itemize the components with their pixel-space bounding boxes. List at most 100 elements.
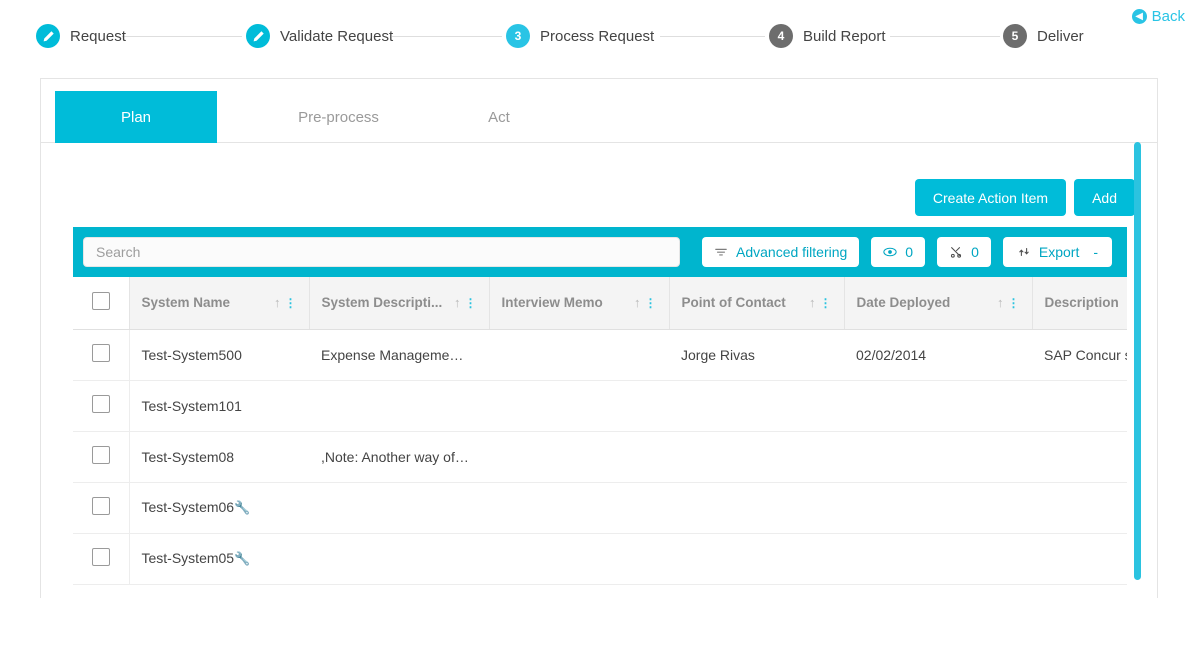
column-header-system-name[interactable]: System Name ↑ ⋮ [129, 277, 310, 330]
cell-interview-memo [489, 482, 669, 534]
cell-system-name: Test-System101 [129, 380, 309, 432]
column-header-point-of-contact[interactable]: Point of Contact ↑ ⋮ [669, 277, 845, 330]
step-process-request[interactable]: 3 Process Request [506, 24, 654, 48]
pencil-icon [252, 30, 265, 43]
wrench-icon: 🔧 [234, 500, 251, 515]
column-header-date-deployed[interactable]: Date Deployed ↑ ⋮ [844, 277, 1033, 330]
scissors-icon [949, 245, 963, 259]
back-arrow-icon: ◀ [1131, 9, 1147, 24]
search-input[interactable] [83, 237, 680, 267]
back-button[interactable]: ◀ Back [1131, 8, 1185, 25]
step-validate-request[interactable]: Validate Request [246, 24, 393, 48]
column-header-system-description[interactable]: System Descripti... ↑ ⋮ [309, 277, 490, 330]
chevron-down-icon: - [1093, 244, 1099, 260]
cell-text: Test-System06 [141, 499, 235, 515]
tab-bar: Plan Pre-process Act [41, 79, 1157, 143]
cell-description [1032, 533, 1127, 585]
cell-text: Test-System08 [141, 448, 235, 465]
cell-point-of-contact [669, 533, 844, 585]
cell-system-description [309, 482, 489, 534]
visible-columns-count: 0 [905, 244, 914, 260]
cell-system-description: ,Note: Another way of… [309, 431, 489, 483]
tab-plan[interactable]: Plan [55, 91, 217, 143]
column-menu-icon[interactable]: ⋮ [285, 297, 297, 309]
step-2-label: Validate Request [280, 27, 394, 45]
back-label: Back [1151, 8, 1185, 25]
export-icon [1017, 245, 1031, 259]
tab-pre-process[interactable]: Pre-process [261, 91, 416, 143]
row-checkbox[interactable] [91, 395, 110, 413]
select-all-header [73, 277, 130, 330]
column-label: Date Deployed [856, 295, 951, 311]
column-menu-icon[interactable]: ⋮ [820, 297, 832, 309]
sort-ascending-icon[interactable]: ↑ [454, 295, 461, 310]
step-4-label: Build Report [803, 27, 886, 45]
cell-date-deployed [844, 482, 1032, 534]
hidden-columns-button[interactable]: 0 [937, 237, 991, 267]
cell-system-description [309, 533, 489, 585]
advanced-filtering-button[interactable]: Advanced filtering [702, 237, 860, 267]
column-header-description[interactable]: Description [1032, 277, 1127, 330]
step-2-circle [246, 24, 270, 48]
step-connector-3-4 [660, 36, 765, 37]
cell-description [1032, 431, 1127, 483]
cell-system-name: Test-System08 [129, 431, 309, 483]
step-deliver[interactable]: 5 Deliver [1003, 24, 1084, 48]
row-checkbox[interactable] [91, 344, 110, 362]
cell-system-name: Test-System06🔧 [129, 482, 309, 534]
column-menu-icon[interactable]: ⋮ [645, 297, 657, 309]
row-select-cell [73, 533, 130, 585]
column-header-interview-memo[interactable]: Interview Memo ↑ ⋮ [489, 277, 670, 330]
row-checkbox[interactable] [91, 548, 110, 566]
step-1-label: Request [70, 27, 126, 45]
cell-interview-memo [489, 431, 669, 483]
cell-point-of-contact: Jorge Rivas [669, 329, 844, 381]
eye-icon [883, 245, 897, 259]
cell-point-of-contact [669, 431, 844, 483]
create-action-item-button[interactable]: Create Action Item [914, 179, 1067, 216]
step-4-circle: 4 [769, 24, 793, 48]
wrench-icon: 🔧 [234, 551, 251, 566]
row-checkbox[interactable] [91, 497, 110, 515]
step-request[interactable]: Request [36, 24, 126, 48]
action-button-group: Create Action Item Add [914, 179, 1135, 216]
cell-system-description: Expense Manageme… [309, 329, 489, 381]
pencil-icon [42, 30, 55, 43]
cell-date-deployed [844, 431, 1032, 483]
table-row[interactable]: Test-System05🔧 [73, 533, 1127, 585]
step-3-circle: 3 [506, 24, 530, 48]
visible-columns-button[interactable]: 0 [871, 237, 926, 267]
select-all-checkbox[interactable] [91, 292, 110, 311]
filter-icon [714, 245, 728, 259]
grid-toolbar: Advanced filtering 0 [73, 227, 1127, 277]
column-label: System Descripti... [321, 295, 443, 311]
table-row[interactable]: Test-System08 ,Note: Another way of… [73, 431, 1127, 483]
row-checkbox[interactable] [91, 446, 110, 464]
table-row[interactable]: Test-System500 Expense Manageme… Jorge R… [73, 329, 1127, 381]
add-button[interactable]: Add [1074, 179, 1135, 216]
table-row[interactable]: Test-System06🔧 [73, 482, 1127, 534]
step-connector-2-3 [392, 36, 502, 37]
tab-act-label: Act [488, 108, 510, 126]
systems-table: System Name ↑ ⋮ System Descripti... ↑ ⋮ … [73, 277, 1127, 585]
row-select-cell [73, 380, 130, 432]
table-row[interactable]: Test-System101 [73, 380, 1127, 432]
cell-text: Test-System500 [141, 346, 242, 363]
row-select-cell [73, 431, 130, 483]
export-button[interactable]: Export - [1002, 237, 1113, 267]
step-3-label: Process Request [540, 27, 655, 45]
sort-ascending-icon[interactable]: ↑ [274, 295, 281, 310]
cell-date-deployed [844, 380, 1032, 432]
sort-ascending-icon[interactable]: ↑ [809, 295, 816, 310]
sort-ascending-icon[interactable]: ↑ [997, 295, 1004, 310]
tab-pre-process-label: Pre-process [298, 108, 379, 126]
row-select-cell [73, 329, 130, 381]
tab-act[interactable]: Act [429, 91, 569, 143]
step-build-report[interactable]: 4 Build Report [769, 24, 886, 48]
column-menu-icon[interactable]: ⋮ [1008, 297, 1020, 309]
row-select-cell [73, 482, 130, 534]
vertical-scrollbar[interactable] [1134, 142, 1141, 580]
sort-ascending-icon[interactable]: ↑ [634, 295, 641, 310]
export-label: Export [1038, 244, 1080, 260]
column-menu-icon[interactable]: ⋮ [465, 297, 477, 309]
